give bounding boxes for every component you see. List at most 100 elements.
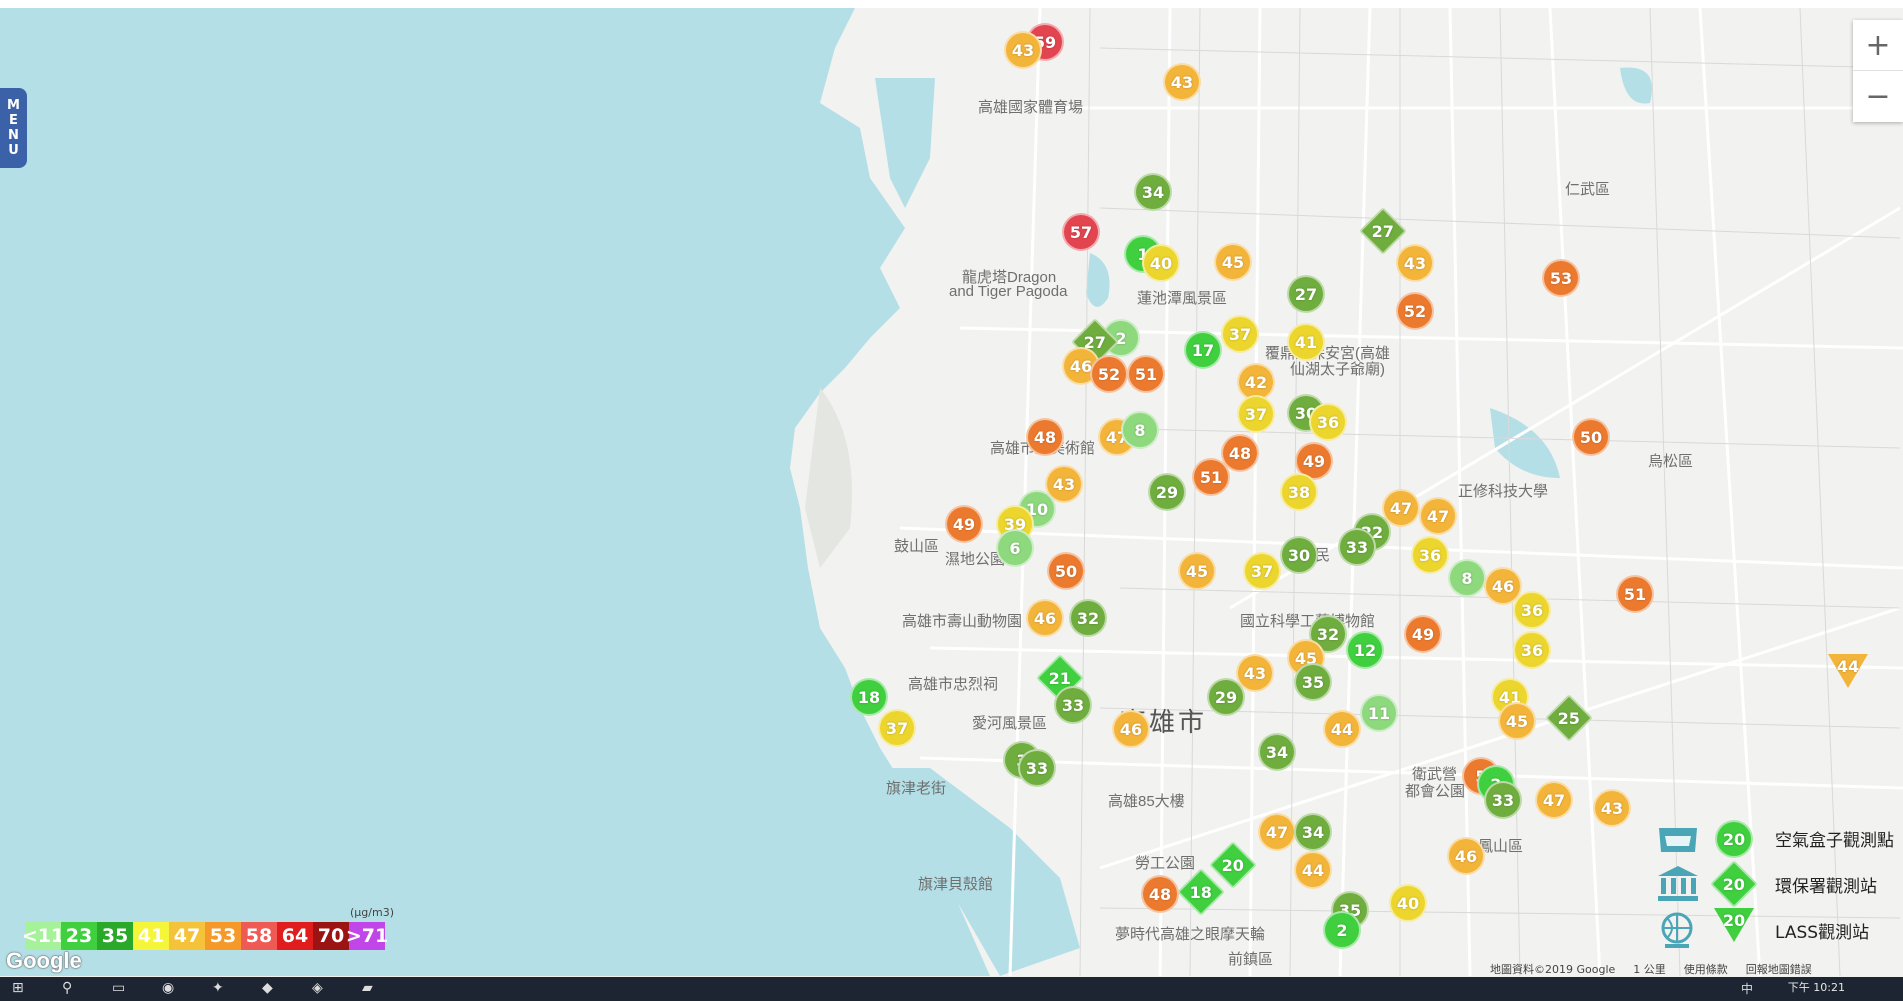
airbox-marker[interactable]: 43: [1004, 31, 1042, 69]
report-error-link[interactable]: 回報地圖錯誤: [1746, 961, 1812, 977]
airbox-marker[interactable]: 8: [1121, 411, 1159, 449]
airbox-marker[interactable]: 44: [1323, 710, 1361, 748]
airbox-marker[interactable]: 45: [1178, 552, 1216, 590]
scale-unit: (μg/m3): [350, 906, 394, 919]
app-icon[interactable]: ✦: [212, 980, 224, 998]
menu-tab[interactable]: M E N U: [0, 88, 27, 168]
airbox-marker[interactable]: 36: [1513, 631, 1551, 669]
airbox-marker[interactable]: 48: [1026, 418, 1064, 456]
airbox-marker[interactable]: 37: [1243, 552, 1281, 590]
airbox-marker[interactable]: 49: [1404, 615, 1442, 653]
airbox-marker[interactable]: 17: [1184, 331, 1222, 369]
airbox-marker[interactable]: 34: [1294, 813, 1332, 851]
airbox-marker[interactable]: 46: [1026, 599, 1064, 637]
airbox-marker[interactable]: 38: [1280, 473, 1318, 511]
folder-icon[interactable]: ▭: [112, 980, 125, 998]
marker-value: 36: [1418, 545, 1442, 565]
scale-bin: 23: [61, 922, 97, 950]
airbox-marker[interactable]: 52: [1090, 355, 1128, 393]
airbox-marker[interactable]: 33: [1484, 781, 1522, 819]
airbox-marker[interactable]: 35: [1294, 663, 1332, 701]
airbox-marker[interactable]: 11: [1360, 694, 1398, 732]
marker-value: 37: [885, 718, 909, 738]
airbox-marker[interactable]: 36: [1513, 591, 1551, 629]
start-icon[interactable]: ⊞: [12, 980, 24, 998]
airbox-marker[interactable]: 43: [1593, 789, 1631, 827]
airbox-marker[interactable]: 34: [1258, 733, 1296, 771]
airbox-marker[interactable]: 47: [1419, 497, 1457, 535]
airbox-marker[interactable]: 30: [1280, 536, 1318, 574]
airbox-marker[interactable]: 52: [1396, 292, 1434, 330]
marker-value: 46: [1454, 846, 1478, 866]
marker-value: 17: [1191, 340, 1215, 360]
airbox-marker[interactable]: 48: [1141, 875, 1179, 913]
ime-indicator[interactable]: 中: [1741, 980, 1753, 998]
airbox-marker[interactable]: 51: [1192, 458, 1230, 496]
terms-link[interactable]: 使用條款: [1684, 961, 1728, 977]
airbox-marker[interactable]: 18: [850, 678, 888, 716]
airbox-marker[interactable]: 53: [1542, 259, 1580, 297]
airbox-marker[interactable]: 45: [1214, 243, 1252, 281]
airbox-marker[interactable]: 34: [1134, 173, 1172, 211]
google-logo: Google: [6, 948, 82, 973]
airbox-marker[interactable]: 32: [1069, 599, 1107, 637]
airbox-marker[interactable]: 8: [1448, 559, 1486, 597]
airbox-marker[interactable]: 27: [1287, 275, 1325, 313]
app-icon[interactable]: ▰: [362, 980, 373, 998]
search-icon[interactable]: ⚲: [62, 980, 72, 998]
app-icon[interactable]: ◈: [312, 980, 323, 998]
scale-bin: <11: [22, 922, 64, 950]
airbox-marker[interactable]: 47: [1258, 813, 1296, 851]
legend-lass-label: LASS觀測站: [1775, 923, 1870, 943]
marker-value: 33: [1345, 537, 1369, 557]
airbox-marker[interactable]: 46: [1447, 837, 1485, 875]
legend-lass-marker: 20: [1714, 908, 1754, 944]
taskbar-clock[interactable]: 下午 10:21: [1788, 979, 1845, 995]
airbox-marker[interactable]: 46: [1112, 710, 1150, 748]
zoom-in-button[interactable]: +: [1853, 20, 1903, 71]
airbox-marker[interactable]: 12: [1346, 631, 1384, 669]
airbox-marker[interactable]: 51: [1616, 575, 1654, 613]
marker-value: 47: [1389, 498, 1413, 518]
airbox-marker[interactable]: 41: [1287, 323, 1325, 361]
airbox-marker[interactable]: 2: [1323, 911, 1361, 949]
airbox-marker[interactable]: 40: [1389, 884, 1427, 922]
airbox-marker[interactable]: 50: [1047, 552, 1085, 590]
airbox-marker[interactable]: 37: [878, 709, 916, 747]
airbox-marker[interactable]: 37: [1221, 315, 1259, 353]
airbox-marker[interactable]: 47: [1535, 781, 1573, 819]
airbox-marker[interactable]: 51: [1127, 355, 1165, 393]
airbox-marker[interactable]: 50: [1572, 418, 1610, 456]
marker-value: 57: [1069, 222, 1093, 242]
place-label: 正修科技大學: [1458, 483, 1549, 500]
map-scale-label: 1 公里: [1633, 963, 1666, 976]
airbox-marker[interactable]: 29: [1148, 473, 1186, 511]
airbox-marker[interactable]: 33: [1018, 749, 1056, 787]
airbox-marker[interactable]: 29: [1207, 678, 1245, 716]
airbox-marker[interactable]: 43: [1163, 63, 1201, 101]
airbox-marker[interactable]: 33: [1338, 528, 1376, 566]
marker-value: 51: [1134, 364, 1158, 384]
marker-value: 36: [1316, 412, 1340, 432]
airbox-marker[interactable]: 37: [1237, 395, 1275, 433]
airbox-marker[interactable]: 6: [996, 529, 1034, 567]
map-canvas[interactable]: 高雄國家體育場 仁武區 龍虎塔Dragon and Tiger Pagoda 蓮池潭風景…: [0, 8, 1903, 976]
place-label: and Tiger Pagoda: [949, 283, 1068, 300]
place-label: 鼓山區: [894, 538, 940, 555]
airbox-marker[interactable]: 36: [1411, 536, 1449, 574]
airbox-marker[interactable]: 49: [945, 505, 983, 543]
zoom-out-button[interactable]: −: [1853, 71, 1903, 121]
airbox-marker[interactable]: 36: [1309, 403, 1347, 441]
app-icon[interactable]: ◆: [262, 980, 273, 998]
menu-letter: M: [7, 98, 20, 113]
airbox-marker[interactable]: 57: [1062, 213, 1100, 251]
marker-value: 48: [1148, 884, 1172, 904]
airbox-marker[interactable]: 33: [1054, 686, 1092, 724]
airbox-marker[interactable]: 40: [1142, 244, 1180, 282]
airbox-marker[interactable]: 45: [1498, 702, 1536, 740]
airbox-marker[interactable]: 44: [1294, 851, 1332, 889]
chrome-icon[interactable]: ◉: [162, 980, 174, 998]
lass-station-marker[interactable]: 44: [1828, 654, 1868, 690]
airbox-marker[interactable]: 43: [1396, 244, 1434, 282]
marker-value: 36: [1520, 640, 1544, 660]
